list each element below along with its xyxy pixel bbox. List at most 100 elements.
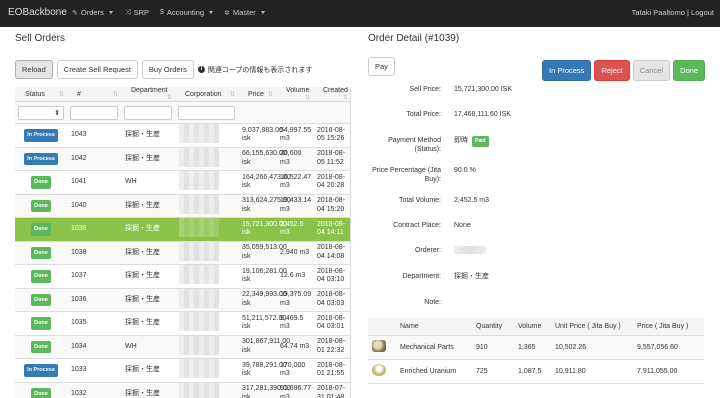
contract-place-label: Contract Place: [393, 222, 441, 229]
reject-button[interactable]: Reject [594, 60, 630, 81]
table-row[interactable]: Done 1034 WH 301,867,911.00 isk 64.74 m3 2018… [15, 335, 350, 359]
corporation-redacted [179, 218, 219, 237]
chevron-down-icon [209, 11, 214, 14]
orderer-label: Orderer: [414, 247, 441, 254]
edit-icon: ✎ [72, 9, 78, 17]
table-row[interactable]: In Process 1033 採掘・生産 39,788,291.00 isk 170,… [15, 358, 350, 383]
volume-cell: 19,433.14 m3 [276, 194, 313, 218]
department-cell: 採掘・生産 [121, 241, 175, 265]
nav-srp[interactable]: ⤨ SRP [125, 8, 149, 17]
corporation-cell [175, 217, 238, 242]
col-volume[interactable]: Volume ⇅ [276, 87, 313, 102]
percentage-label-line1: Price Percentage (Jita [372, 167, 441, 174]
department-filter-input[interactable] [124, 105, 172, 120]
status-badge: Done [31, 199, 51, 212]
table-row[interactable]: In Process 1042 採掘・生産 66,155,630.00 isk 20,6… [15, 147, 350, 171]
corporation-redacted [179, 335, 219, 355]
status-badge: In Process [24, 152, 58, 165]
user-logout-link[interactable]: Tataki Paaltomo | Logout [632, 8, 714, 17]
table-row[interactable]: Done 1032 採掘・生産 317,281,390.00 isk 51,696.77… [15, 382, 350, 398]
buy-orders-button[interactable]: Buy Orders [141, 60, 194, 79]
payment-method-text: 即時 [454, 137, 468, 144]
id-filter-input[interactable] [70, 105, 118, 120]
status-cell: Done [15, 194, 67, 218]
reload-button[interactable]: Reload [15, 60, 53, 79]
item-price: 9,557,056.60 [633, 335, 704, 360]
pay-button[interactable]: Pay [368, 57, 395, 76]
created-cell: 2018-08-05 15:26 [313, 123, 350, 148]
corporation-cell [175, 311, 238, 336]
col-created[interactable]: Created ⇅ [313, 87, 350, 102]
volume-cell: 2,452.5 m3 [276, 217, 313, 242]
corporation-redacted [179, 382, 219, 398]
total-volume-value: 2,452.5 m3 [454, 197, 490, 204]
col-id-label: # [77, 90, 81, 98]
corporation-cell [175, 123, 238, 148]
created-cell: 2018-08-04 03:03 [313, 288, 350, 312]
item-quantity: 910 [472, 335, 514, 360]
table-row[interactable]: In Process 1043 採掘・生産 9,037,883.00 isk 54,99… [15, 123, 350, 148]
top-navbar: EOBackbone ✎ Orders ⤨ SRP $ Accounting ✲… [0, 0, 720, 27]
chevron-down-icon [260, 11, 265, 14]
table-row[interactable]: Done 1039 採掘・生産 15,721,300.00 isk 2,452.5 m3… [15, 217, 350, 242]
nav-master[interactable]: ✲ Master [224, 8, 265, 17]
brand-logo[interactable]: EOBackbone [8, 7, 67, 18]
status-badge: Done [31, 223, 51, 236]
percentage-value: 90.0 % [454, 167, 476, 174]
table-row[interactable]: Done 1035 採掘・生産 51,211,572.00 isk 9,469.5 m3… [15, 311, 350, 336]
nav-orders[interactable]: ✎ Orders [72, 8, 113, 17]
price-cell: 164,266,473.00 isk [238, 170, 291, 195]
sell-orders-table-container[interactable]: Status ⇅ # ⇅ Department ⇅ Corporation ⇅ Pric… [15, 87, 351, 398]
order-id-cell: 1033 [67, 358, 121, 383]
price-cell: 19,106,281.00 isk [238, 264, 287, 289]
table-row[interactable]: Done 1036 採掘・生産 22,349,993.00 isk 19,375.09 … [15, 288, 350, 312]
volume-cell: 51,696.77 m3 [276, 382, 313, 398]
cancel-button[interactable]: Cancel [632, 60, 671, 81]
order-id-cell: 1041 [67, 170, 121, 195]
in-process-button[interactable]: In Process [542, 60, 592, 81]
corporation-filter-input[interactable] [178, 105, 235, 120]
price-cell: 66,155,630.00 isk [238, 147, 287, 171]
status-cell: Done [15, 264, 67, 289]
status-filter-select[interactable] [18, 105, 64, 120]
col-department[interactable]: Department ⇅ [121, 87, 175, 102]
col-status[interactable]: Status ⇅ [15, 87, 67, 102]
items-col-name: Name [396, 318, 472, 336]
order-id-cell: 1034 [67, 335, 121, 359]
sort-icon: ⇅ [229, 91, 235, 98]
col-corporation[interactable]: Corporation ⇅ [175, 87, 238, 102]
corporation-cell [175, 147, 238, 171]
table-row[interactable]: Done 1041 WH 164,266,473.00 isk 16,522.47 m3… [15, 170, 350, 195]
create-sell-request-button[interactable]: Create Sell Request [56, 60, 138, 79]
created-cell: 2018-08-04 03:01 [313, 311, 350, 336]
related-corp-note: i 関連コープの情報も表示されます [197, 65, 312, 75]
created-cell: 2018-08-04 03:10 [313, 264, 350, 289]
table-row[interactable]: Done 1038 採掘・生産 35,059,513.00 isk 2,940 m3 20… [15, 241, 350, 265]
info-icon: i [197, 66, 205, 73]
volume-cell: 170,000 m3 [276, 358, 313, 383]
status-cell: Done [15, 170, 67, 195]
done-button[interactable]: Done [673, 60, 705, 81]
order-id-cell: 1043 [67, 123, 121, 148]
table-row[interactable]: Done 1037 採掘・生産 19,106,281.00 isk 12.6 m3 201… [15, 264, 350, 289]
corporation-cell [175, 335, 238, 359]
payment-label: Payment Method (Status): [368, 136, 441, 154]
contract-place-value: None [454, 222, 471, 229]
created-cell: 2018-08-01 21:55 [313, 358, 350, 383]
department-cell: 採掘・生産 [121, 123, 175, 148]
total-volume-label: Total Volume: [398, 197, 441, 204]
col-created-label: Created [323, 87, 348, 94]
sort-icon: ⇅ [58, 91, 64, 98]
sort-icon: ⇅ [342, 95, 348, 101]
nav-accounting[interactable]: $ Accounting [160, 8, 214, 17]
dollar-icon: $ [160, 9, 164, 16]
col-id[interactable]: # ⇅ [67, 87, 121, 102]
status-badge: Done [31, 176, 51, 189]
col-corporation-label: Corporation [185, 90, 222, 98]
corporation-cell [175, 241, 238, 265]
col-price[interactable]: Price ⇅ [238, 87, 276, 102]
price-cell: 317,281,390.00 isk [238, 382, 291, 398]
corporation-cell [175, 264, 238, 289]
table-row[interactable]: Done 1040 採掘・生産 313,624,275.00 isk 19,433.14… [15, 194, 350, 218]
volume-cell: 54,997.55 m3 [276, 123, 313, 148]
